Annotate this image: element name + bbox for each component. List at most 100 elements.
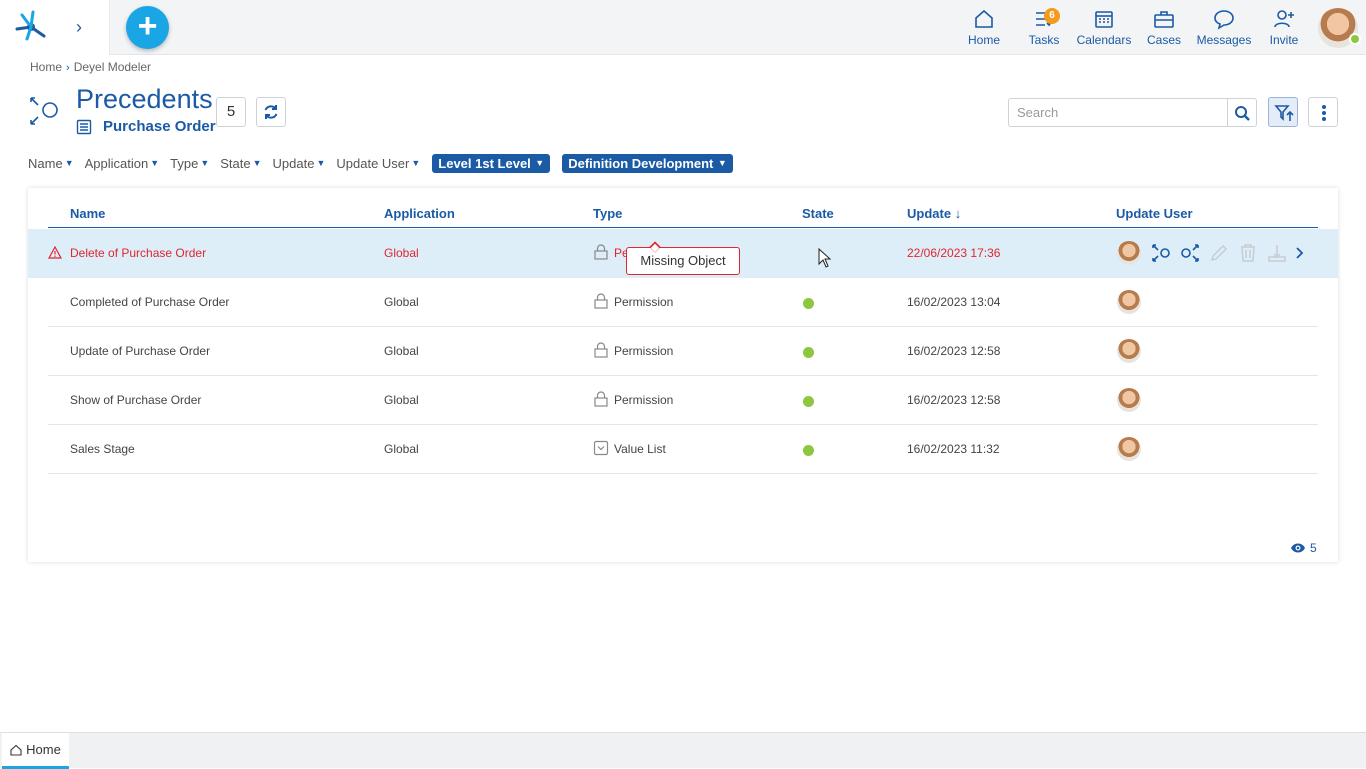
update-user-avatar[interactable]: [1117, 437, 1141, 461]
cell-update: 16/02/2023 13:04: [907, 295, 1001, 309]
cell-application: Global: [384, 295, 419, 309]
update-user-avatar[interactable]: [1117, 388, 1141, 412]
chat-icon: [1214, 10, 1234, 30]
cell-application: Global: [384, 246, 419, 260]
column-application[interactable]: Application: [384, 206, 455, 221]
state-active-icon: [803, 445, 814, 456]
more-options-button[interactable]: [1308, 97, 1338, 127]
filter-name-label: Name: [28, 155, 63, 171]
dependents-action-icon[interactable]: [1179, 242, 1201, 264]
sort-descending-icon: ↓: [954, 206, 962, 221]
online-status-icon: [1349, 33, 1361, 45]
filter-state-label: State: [220, 155, 251, 171]
chevron-down-icon: ▼: [316, 158, 326, 168]
filter-level-chip[interactable]: Level 1st Level ▼: [432, 153, 551, 173]
cell-update: 22/06/2023 17:36: [907, 246, 1001, 260]
calendar-icon: [1095, 11, 1113, 28]
tab-home[interactable]: Home: [2, 733, 69, 769]
cell-update: 16/02/2023 12:58: [907, 344, 1001, 358]
cell-name[interactable]: Delete of Purchase Order: [70, 246, 206, 260]
precedents-action-icon[interactable]: [1150, 242, 1172, 264]
chevron-right-icon[interactable]: [1292, 242, 1308, 264]
column-update-label: Update: [907, 206, 952, 221]
filter-name[interactable]: Name ▼: [28, 156, 74, 171]
table-row[interactable]: Completed of Purchase Order Global Permi…: [48, 278, 1318, 327]
cell-application: Global: [384, 442, 419, 456]
filter-type-label: Type: [170, 155, 199, 171]
lock-icon: [594, 342, 608, 358]
chevron-down-icon: ▼: [532, 158, 545, 168]
filter-definition-label: Definition Development: [568, 155, 714, 171]
logo-area: ›: [0, 0, 110, 55]
search-input[interactable]: Search: [1008, 98, 1228, 127]
nav-invite-label: Invite: [1269, 33, 1299, 47]
column-update-user[interactable]: Update User: [1116, 206, 1193, 221]
cell-name[interactable]: Show of Purchase Order: [70, 393, 201, 407]
filter-definition-chip[interactable]: Definition Development ▼: [562, 153, 733, 173]
missing-object-tooltip: Missing Object: [626, 247, 740, 275]
table-row[interactable]: Update of Purchase Order Global Permissi…: [48, 327, 1318, 376]
cell-application: Global: [384, 344, 419, 358]
briefcase-icon: [1154, 11, 1174, 28]
nav-invite[interactable]: Invite: [1254, 8, 1314, 47]
deploy-icon: [1268, 245, 1286, 262]
tab-home-label: Home: [26, 742, 61, 757]
cell-application: Global: [384, 393, 419, 407]
filter-update-user[interactable]: Update User ▼: [336, 156, 420, 171]
chevron-down-icon: ▼: [252, 158, 262, 168]
refresh-button[interactable]: [256, 97, 286, 127]
cell-update: 16/02/2023 12:58: [907, 393, 1001, 407]
filter-state[interactable]: State ▼: [220, 156, 261, 171]
update-user-avatar[interactable]: [1117, 339, 1141, 363]
cell-type: Value List: [614, 442, 666, 456]
nav-home-label: Home: [967, 33, 1000, 47]
column-name[interactable]: Name: [70, 206, 105, 221]
column-update[interactable]: Update ↓: [907, 206, 961, 221]
table-row[interactable]: Sales Stage Global Value List 16/02/2023…: [48, 425, 1318, 474]
lock-icon: [594, 244, 608, 260]
state-active-icon: [803, 298, 814, 309]
update-user-avatar[interactable]: [1117, 241, 1141, 265]
value-list-icon: [593, 440, 609, 456]
search-icon: [1235, 106, 1250, 121]
nav-calendars[interactable]: Calendars: [1074, 8, 1134, 47]
state-active-icon: [803, 347, 814, 358]
filter-type[interactable]: Type ▼: [170, 156, 209, 171]
visible-count-value: 5: [1310, 541, 1317, 555]
state-active-icon: [803, 396, 814, 407]
update-user-avatar[interactable]: [1117, 290, 1141, 314]
search-button[interactable]: [1227, 98, 1257, 127]
object-subtitle[interactable]: Purchase Order: [103, 118, 216, 135]
table-header: Name Application Type State Update ↓ Upd…: [48, 202, 1318, 228]
filter-bar: Name ▼ Application ▼ Type ▼ State ▼ Update ▼ …: [28, 153, 744, 173]
top-bar: › + Home 6 Tasks Calendars Cases Message…: [0, 0, 1366, 55]
filter-update-label: Update: [272, 155, 315, 171]
filter-update[interactable]: Update ▼: [273, 156, 326, 171]
filter-application[interactable]: Application ▼: [85, 156, 160, 171]
filter-update-user-label: Update User: [336, 155, 410, 171]
nav-cases[interactable]: Cases: [1134, 8, 1194, 47]
nav-tasks[interactable]: 6 Tasks: [1014, 8, 1074, 47]
nav-home[interactable]: Home: [954, 8, 1014, 47]
chevron-down-icon: ▼: [200, 158, 210, 168]
add-button[interactable]: +: [126, 6, 169, 49]
filter-button[interactable]: [1268, 97, 1298, 127]
cell-name[interactable]: Completed of Purchase Order: [70, 295, 229, 309]
cell-type: Permission: [614, 295, 674, 309]
form-icon: [76, 119, 92, 135]
cell-name[interactable]: Sales Stage: [70, 442, 135, 456]
nav-messages[interactable]: Messages: [1194, 8, 1254, 47]
precedents-icon: [30, 97, 58, 125]
tasks-badge: 6: [1044, 8, 1060, 24]
table-row[interactable]: Show of Purchase Order Global Permission…: [48, 376, 1318, 425]
user-plus-icon: [1274, 10, 1294, 28]
visible-count: 5: [1290, 541, 1317, 555]
cell-name[interactable]: Update of Purchase Order: [70, 344, 210, 358]
breadcrumb-deyel-modeler[interactable]: Deyel Modeler: [74, 60, 151, 74]
breadcrumb-home[interactable]: Home: [30, 60, 62, 74]
filter-application-label: Application: [84, 155, 149, 171]
column-state[interactable]: State: [802, 206, 834, 221]
expand-chevron-icon[interactable]: ›: [76, 17, 82, 38]
deyel-logo-icon[interactable]: [14, 9, 48, 43]
column-type[interactable]: Type: [593, 206, 622, 221]
